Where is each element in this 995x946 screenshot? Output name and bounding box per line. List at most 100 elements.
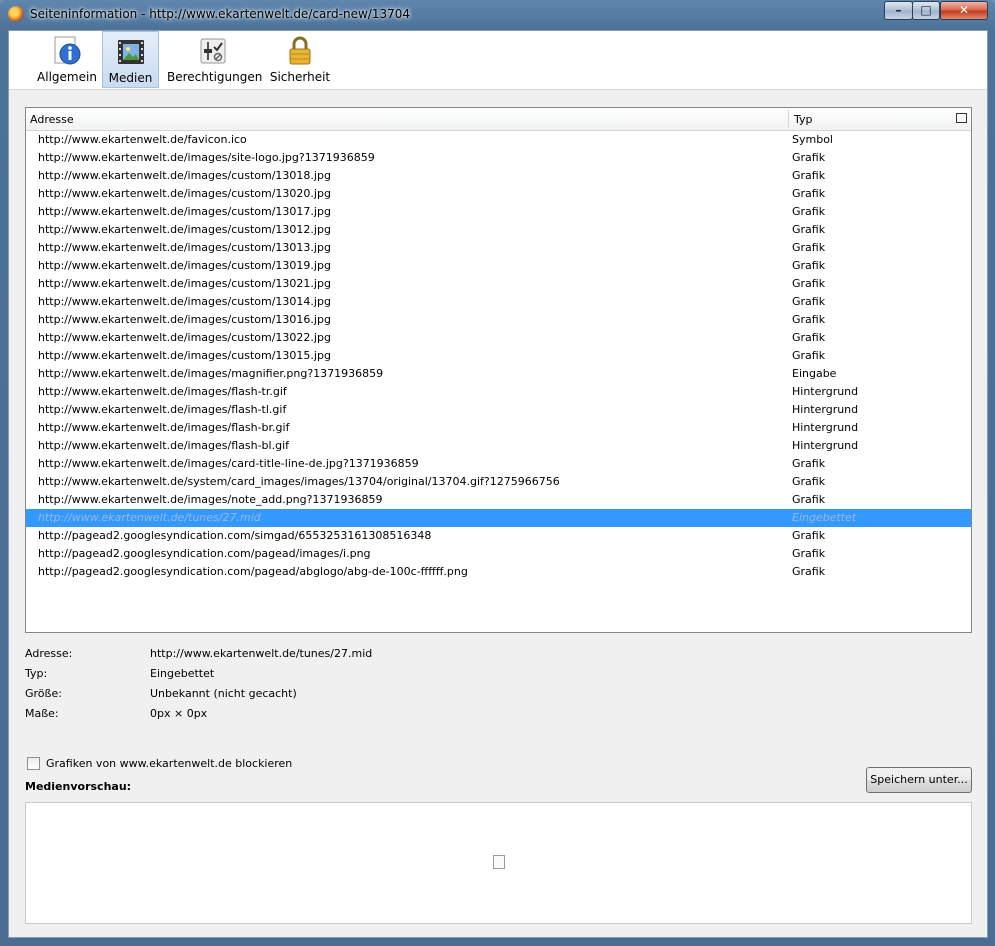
- row-address: http://www.ekartenwelt.de/favicon.ico: [38, 133, 247, 146]
- column-header-address[interactable]: Adresse: [30, 113, 74, 126]
- column-header-type[interactable]: Typ: [794, 113, 813, 126]
- row-address: http://www.ekartenwelt.de/images/flash-t…: [38, 403, 287, 416]
- list-row[interactable]: http://www.ekartenwelt.de/images/custom/…: [26, 293, 971, 311]
- list-row[interactable]: http://pagead2.googlesyndication.com/pag…: [26, 563, 971, 581]
- row-address: http://pagead2.googlesyndication.com/sim…: [38, 529, 432, 542]
- row-address: http://www.ekartenwelt.de/images/note_ad…: [38, 493, 383, 506]
- minimize-icon: –: [895, 3, 902, 17]
- list-row[interactable]: http://www.ekartenwelt.de/images/flash-t…: [26, 401, 971, 419]
- list-row[interactable]: http://www.ekartenwelt.de/images/custom/…: [26, 275, 971, 293]
- media-preview: [25, 802, 972, 924]
- row-address: http://www.ekartenwelt.de/images/custom/…: [38, 277, 331, 290]
- tab-medien[interactable]: Medien: [102, 31, 159, 88]
- row-address: http://www.ekartenwelt.de/images/card-ti…: [38, 457, 419, 470]
- close-icon: ✕: [958, 3, 970, 17]
- list-row[interactable]: http://pagead2.googlesyndication.com/sim…: [26, 527, 971, 545]
- row-type: Grafik: [792, 313, 826, 326]
- list-row[interactable]: http://www.ekartenwelt.de/images/flash-b…: [26, 419, 971, 437]
- list-row[interactable]: http://www.ekartenwelt.de/tunes/27.mid Ei…: [26, 509, 971, 527]
- list-row[interactable]: http://www.ekartenwelt.de/images/custom/…: [26, 239, 971, 257]
- column-picker-icon[interactable]: [956, 113, 967, 123]
- tab-berechtigungen[interactable]: Berechtigungen: [167, 31, 262, 88]
- row-type: Grafik: [792, 169, 826, 182]
- list-row[interactable]: http://www.ekartenwelt.de/images/custom/…: [26, 203, 971, 221]
- row-type: Grafik: [792, 241, 826, 254]
- row-address: http://www.ekartenwelt.de/images/custom/…: [38, 313, 331, 326]
- block-images-label[interactable]: Grafiken von www.ekartenwelt.de blockier…: [46, 757, 292, 770]
- row-type: Grafik: [792, 205, 826, 218]
- row-address: http://www.ekartenwelt.de/images/custom/…: [38, 205, 331, 218]
- list-row[interactable]: http://www.ekartenwelt.de/images/custom/…: [26, 311, 971, 329]
- list-row[interactable]: http://www.ekartenwelt.de/images/site-lo…: [26, 149, 971, 167]
- list-row[interactable]: http://www.ekartenwelt.de/images/note_ad…: [26, 491, 971, 509]
- row-type: Grafik: [792, 547, 826, 560]
- row-address: http://pagead2.googlesyndication.com/pag…: [38, 565, 468, 578]
- row-address: http://www.ekartenwelt.de/images/custom/…: [38, 187, 331, 200]
- list-row[interactable]: http://www.ekartenwelt.de/images/custom/…: [26, 185, 971, 203]
- tab-allgemein[interactable]: Allgemein: [33, 31, 101, 88]
- row-address: http://www.ekartenwelt.de/images/flash-b…: [38, 439, 290, 452]
- detail-dims-label: Maße:: [25, 707, 59, 720]
- row-address: http://www.ekartenwelt.de/images/custom/…: [38, 259, 331, 272]
- row-address: http://www.ekartenwelt.de/tunes/27.mid: [38, 511, 261, 524]
- column-separator[interactable]: [788, 110, 789, 128]
- row-type: Hintergrund: [792, 439, 859, 452]
- media-list[interactable]: Adresse Typ http://www.ekartenwelt.de/fa…: [25, 107, 972, 633]
- list-row[interactable]: http://pagead2.googlesyndication.com/pag…: [26, 545, 971, 563]
- row-type: Grafik: [792, 349, 826, 362]
- tab-label: Sicherheit: [269, 70, 331, 84]
- row-address: http://www.ekartenwelt.de/images/flash-b…: [38, 421, 290, 434]
- detail-address-label: Adresse:: [25, 647, 73, 660]
- list-row[interactable]: http://www.ekartenwelt.de/images/custom/…: [26, 347, 971, 365]
- row-address: http://www.ekartenwelt.de/images/flash-t…: [38, 385, 287, 398]
- row-type: Grafik: [792, 475, 826, 488]
- list-row[interactable]: http://www.ekartenwelt.de/images/custom/…: [26, 221, 971, 239]
- list-row[interactable]: http://www.ekartenwelt.de/favicon.ico Sym…: [26, 131, 971, 149]
- close-button[interactable]: ✕: [940, 1, 988, 20]
- maximize-button[interactable]: □: [912, 1, 940, 20]
- title-bar[interactable]: Seiteninformation - http://www.ekartenwe…: [0, 0, 995, 28]
- list-row[interactable]: http://www.ekartenwelt.de/images/flash-b…: [26, 437, 971, 455]
- tab-label: Medien: [108, 71, 153, 85]
- tab-sicherheit[interactable]: Sicherheit: [269, 31, 331, 88]
- row-address: http://www.ekartenwelt.de/images/custom/…: [38, 169, 331, 182]
- list-row[interactable]: http://www.ekartenwelt.de/images/magnifi…: [26, 365, 971, 383]
- row-type: Grafik: [792, 151, 826, 164]
- lock-icon: [289, 36, 311, 65]
- row-address: http://www.ekartenwelt.de/system/card_im…: [38, 475, 560, 488]
- detail-size-label: Größe:: [25, 687, 62, 700]
- preview-label: Medienvorschau:: [25, 780, 132, 793]
- permissions-icon: [200, 38, 226, 64]
- list-header: Adresse Typ: [26, 108, 971, 131]
- dialog-content: Allgemein Medien Berechtigungen Sicherhe…: [8, 30, 988, 938]
- detail-dims-value: 0px × 0px: [150, 707, 208, 720]
- window-title: Seiteninformation - http://www.ekartenwe…: [30, 7, 410, 21]
- row-address: http://www.ekartenwelt.de/images/custom/…: [38, 241, 331, 254]
- row-type: Grafik: [792, 493, 826, 506]
- save-as-button[interactable]: Speichern unter...: [866, 767, 972, 793]
- row-type: Grafik: [792, 223, 826, 236]
- firefox-icon: [8, 6, 24, 22]
- media-icon: [117, 40, 144, 64]
- list-row[interactable]: http://www.ekartenwelt.de/system/card_im…: [26, 473, 971, 491]
- maximize-icon: □: [920, 3, 932, 17]
- list-row[interactable]: http://www.ekartenwelt.de/images/flash-t…: [26, 383, 971, 401]
- list-row[interactable]: http://www.ekartenwelt.de/images/card-ti…: [26, 455, 971, 473]
- row-type: Grafik: [792, 277, 826, 290]
- minimize-button[interactable]: –: [884, 1, 913, 20]
- list-row[interactable]: http://www.ekartenwelt.de/images/custom/…: [26, 257, 971, 275]
- row-type: Hintergrund: [792, 385, 859, 398]
- row-address: http://www.ekartenwelt.de/images/site-lo…: [38, 151, 375, 164]
- row-type: Eingabe: [792, 367, 837, 380]
- block-images-checkbox[interactable]: [27, 757, 40, 770]
- row-type: Hintergrund: [792, 421, 859, 434]
- row-address: http://www.ekartenwelt.de/images/custom/…: [38, 223, 331, 236]
- list-row[interactable]: http://www.ekartenwelt.de/images/custom/…: [26, 167, 971, 185]
- detail-address-value: http://www.ekartenwelt.de/tunes/27.mid: [150, 647, 373, 660]
- row-type: Hintergrund: [792, 403, 859, 416]
- detail-size-value: Unbekannt (nicht gecacht): [150, 687, 297, 700]
- row-address: http://www.ekartenwelt.de/images/magnifi…: [38, 367, 384, 380]
- list-row[interactable]: http://www.ekartenwelt.de/images/custom/…: [26, 329, 971, 347]
- detail-type-label: Typ:: [25, 667, 48, 680]
- list-rows: http://www.ekartenwelt.de/favicon.ico Sym…: [26, 131, 971, 581]
